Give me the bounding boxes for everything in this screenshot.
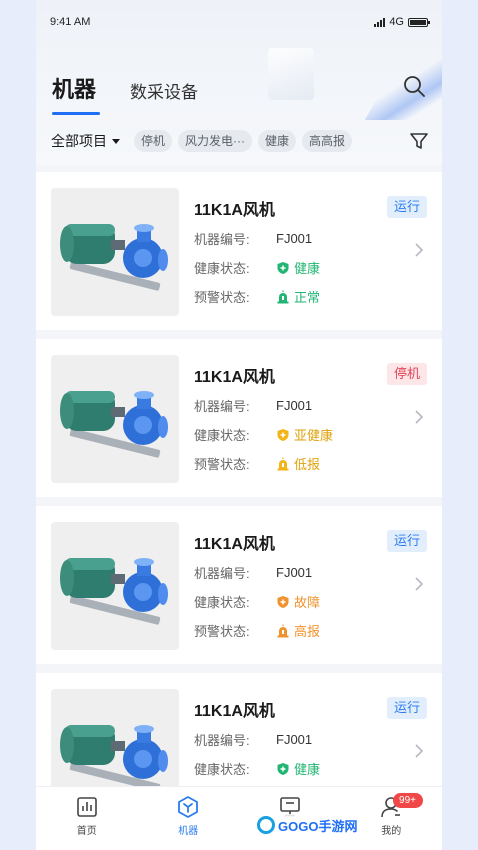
alarm-row: 预警状态: 正常 [194, 287, 320, 306]
active-tab-indicator [52, 112, 100, 115]
chevron-right-icon [415, 744, 424, 758]
tab-machines-label: 机器 [178, 826, 199, 837]
status-badge: 停机 [386, 363, 427, 385]
status-badge: 运行 [386, 530, 427, 552]
machine-name: 11K1A风机 [194, 703, 275, 720]
alarm-light-icon [277, 624, 289, 637]
alarm-light-icon [277, 290, 289, 303]
health-label: 健康状态: [194, 261, 250, 276]
machine-code-value: FJ001 [276, 231, 313, 246]
status-time: 9:41 AM [50, 16, 91, 28]
chevron-right-icon [415, 243, 424, 257]
machine-code-value: FJ001 [276, 565, 313, 580]
health-row: 健康状态: 健康 [194, 759, 320, 778]
shield-icon [277, 261, 289, 274]
alarm-light-icon [277, 457, 289, 470]
tab-data-devices[interactable]: 数采设备 [130, 78, 198, 103]
notification-badge: 99+ [392, 793, 423, 808]
health-value: 健康 [294, 261, 321, 276]
machine-code-label: 机器编号: [194, 232, 250, 247]
machine-code-value: FJ001 [276, 398, 313, 413]
health-label: 健康状态: [194, 762, 250, 777]
machine-code-value: FJ001 [276, 732, 313, 747]
bottom-tab-bar: 首页 机器 我的 99+ GOGO手游网 [36, 786, 442, 850]
caret-down-icon [112, 138, 120, 144]
alarm-value: 正常 [294, 290, 321, 305]
filter-bar: 全部项目 停机 风力发电··· 健康 高高报 [36, 124, 442, 158]
status-badge: 运行 [386, 697, 427, 719]
search-icon[interactable] [402, 74, 426, 98]
app-screen: 9:41 AM 4G 机器 数采设备 全部项目 停机 风力发电··· 健康 高高… [36, 0, 442, 850]
project-dropdown-label: 全部项目 [51, 133, 107, 149]
signal-icon [374, 17, 386, 27]
chevron-right-icon [415, 577, 424, 591]
machine-code-label: 机器编号: [194, 566, 250, 581]
filter-icon[interactable] [408, 130, 430, 152]
tab-profile-label: 我的 [381, 826, 402, 837]
health-row: 健康状态: 亚健康 [194, 425, 333, 444]
health-value: 故障 [294, 595, 321, 610]
alarm-value: 低报 [294, 457, 321, 472]
machine-name: 11K1A风机 [194, 202, 275, 219]
tab-machines[interactable]: 机器 [52, 72, 96, 104]
page-header: 机器 数采设备 [50, 68, 428, 116]
machine-icon [178, 796, 199, 818]
machine-code-row: 机器编号: FJ001 [194, 730, 312, 749]
health-label: 健康状态: [194, 428, 250, 443]
machine-card[interactable]: 11K1A风机 停机 机器编号: FJ001 健康状态: 亚健康 预警状态: 低… [36, 339, 442, 497]
machine-image [51, 355, 179, 483]
filter-chip-wind-power[interactable]: 风力发电··· [178, 130, 253, 152]
filter-chip-high-alarm[interactable]: 高高报 [302, 130, 353, 152]
alarm-row: 预警状态: 高报 [194, 621, 320, 640]
machine-card[interactable]: 11K1A风机 运行 机器编号: FJ001 健康状态: 健康 预警状态: 正常 [36, 172, 442, 330]
watermark-logo: GOGO手游网 [254, 814, 361, 836]
alarm-row: 预警状态: 低报 [194, 454, 320, 473]
tab-home[interactable]: 首页 [36, 787, 138, 850]
machine-code-row: 机器编号: FJ001 [194, 229, 312, 248]
machine-name: 11K1A风机 [194, 536, 275, 553]
chart-icon [76, 797, 97, 817]
watermark-circle-icon [257, 816, 275, 834]
chevron-right-icon [415, 410, 424, 424]
machine-code-label: 机器编号: [194, 399, 250, 414]
health-row: 健康状态: 故障 [194, 592, 320, 611]
network-type: 4G [389, 16, 404, 28]
shield-icon [277, 428, 289, 441]
tab-machines-nav[interactable]: 机器 [138, 787, 240, 850]
shield-icon [277, 762, 289, 775]
health-value: 健康 [294, 762, 321, 777]
status-indicators: 4G [374, 16, 430, 28]
health-value: 亚健康 [294, 428, 334, 443]
status-bar: 9:41 AM 4G [36, 0, 442, 44]
machine-card[interactable]: 11K1A风机 运行 机器编号: FJ001 健康状态: 故障 预警状态: 高报 [36, 506, 442, 664]
machine-name: 11K1A风机 [194, 369, 275, 386]
health-row: 健康状态: 健康 [194, 258, 320, 277]
alarm-label: 预警状态: [194, 290, 250, 305]
health-label: 健康状态: [194, 595, 250, 610]
status-badge: 运行 [386, 196, 427, 218]
shield-icon [277, 595, 289, 608]
alarm-value: 高报 [294, 624, 321, 639]
machine-code-row: 机器编号: FJ001 [194, 563, 312, 582]
watermark-text: GOGO手游网 [278, 818, 358, 834]
machine-image [51, 522, 179, 650]
project-dropdown[interactable]: 全部项目 [51, 131, 120, 151]
filter-chip-stopped[interactable]: 停机 [134, 130, 173, 152]
battery-icon [408, 17, 430, 27]
machine-image [51, 188, 179, 316]
tab-home-label: 首页 [76, 826, 97, 837]
machine-code-row: 机器编号: FJ001 [194, 396, 312, 415]
alarm-label: 预警状态: [194, 457, 250, 472]
machine-code-label: 机器编号: [194, 733, 250, 748]
alarm-label: 预警状态: [194, 624, 250, 639]
filter-chip-healthy[interactable]: 健康 [258, 130, 297, 152]
